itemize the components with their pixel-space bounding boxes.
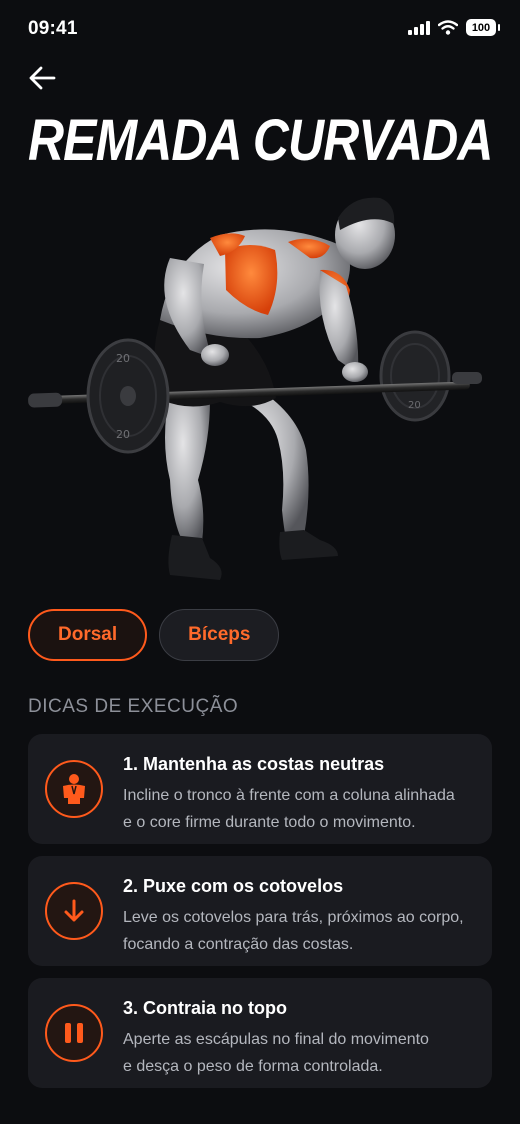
status-bar: 09:41 100	[0, 0, 520, 56]
tip-description: Leve os cotovelos para trás, próximos ao…	[123, 904, 473, 958]
muscle-chips: Dorsal Bíceps	[28, 609, 280, 661]
arrow-left-icon	[29, 66, 56, 90]
plate-label-top: 20	[116, 352, 130, 365]
chip-biceps[interactable]: Bíceps	[159, 609, 280, 661]
athlete-legs	[154, 320, 338, 580]
status-time: 09:41	[28, 18, 78, 39]
chip-dorsal[interactable]: Dorsal	[28, 609, 148, 661]
battery-indicator: 100	[466, 19, 500, 36]
tip-description-line: Aperte as escápulas no final do moviment…	[123, 1031, 429, 1048]
tip-title: 3. Contraia no topo	[123, 998, 287, 1018]
status-icons: 100	[408, 19, 500, 36]
chip-label: Dorsal	[58, 624, 118, 645]
page-title: REMADA CURVADA	[28, 108, 493, 173]
section-title: DICAS DE EXECUÇÃO	[28, 696, 239, 717]
tip-description: Aperte as escápulas no final do moviment…	[123, 1026, 473, 1080]
plate-label-right: 20	[408, 400, 421, 411]
tip-description-line: Leve os cotovelos para trás, próximos ao…	[123, 909, 464, 926]
wifi-icon	[438, 20, 458, 35]
barbell-plate-right: 20	[379, 330, 451, 422]
exercise-illustration: 20 20 20	[28, 197, 482, 580]
person-icon	[45, 760, 103, 818]
back-button[interactable]	[22, 60, 62, 96]
tip-description: Incline o tronco à frente com a coluna a…	[123, 782, 473, 836]
tip-title: 1. Mantenha as costas neutras	[123, 754, 385, 774]
arrow-down-icon	[45, 882, 103, 940]
plate-label-bottom: 20	[116, 428, 130, 441]
chip-label: Bíceps	[188, 624, 251, 645]
battery-level: 100	[471, 21, 491, 34]
signal-icon	[408, 20, 430, 35]
tip-description-line: e desça o peso de forma controlada.	[123, 1058, 383, 1075]
barbell-plate-left: 20 20	[86, 338, 170, 454]
tip-card[interactable]: 3. Contraia no topo Aperte as escápulas …	[28, 978, 492, 1088]
pause-icon	[45, 1004, 103, 1062]
tip-card[interactable]: 1. Mantenha as costas neutras Incline o …	[28, 734, 492, 844]
tip-description-line: Incline o tronco à frente com a coluna a…	[123, 787, 455, 804]
tip-title: 2. Puxe com os cotovelos	[123, 876, 344, 896]
tip-description-line: focando a contração das costas.	[123, 936, 354, 953]
athlete-torso	[160, 197, 395, 374]
tip-description-line: e o core firme durante todo o movimento.	[123, 814, 416, 831]
tip-card[interactable]: 2. Puxe com os cotovelos Leve os cotovel…	[28, 856, 492, 966]
